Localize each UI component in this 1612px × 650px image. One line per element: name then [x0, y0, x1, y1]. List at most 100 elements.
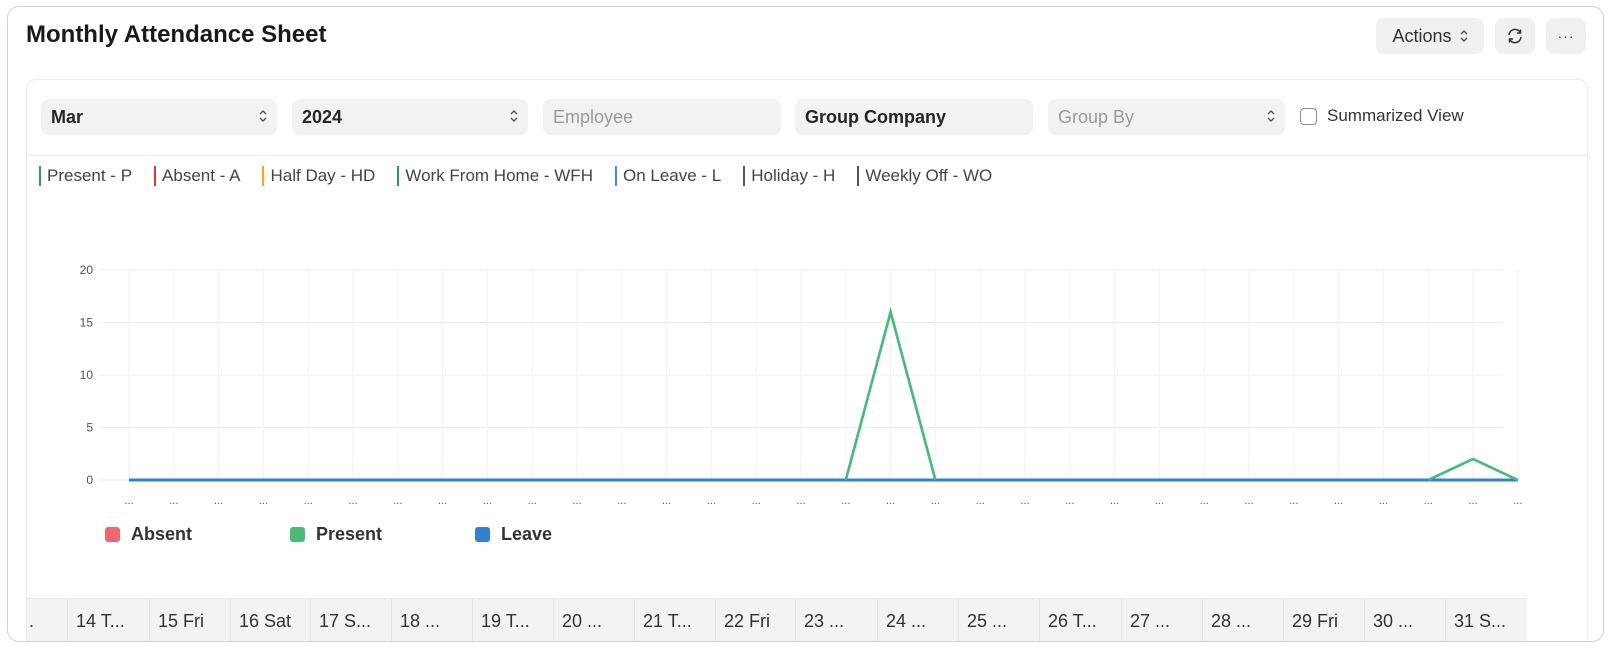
status-color-bar [743, 166, 746, 186]
table-column-header[interactable]: 18 ... [391, 599, 472, 641]
y-tick-label: 20 [80, 263, 94, 277]
table-column-header[interactable]: 16 Sat [230, 599, 310, 641]
select-chevrons-icon [259, 109, 267, 123]
status-key-item: Holiday - H [743, 166, 835, 186]
table-column-header[interactable]: 21 T... [634, 599, 715, 641]
y-tick-label: 0 [86, 473, 93, 487]
x-tick-label: ... [1379, 495, 1388, 507]
x-tick-label: ... [169, 495, 178, 507]
chart-legend-item: Leave [475, 524, 660, 545]
x-tick-label: ... [214, 495, 223, 507]
chart-legend: Absent Present Leave [105, 524, 660, 545]
more-label: ··· [1557, 28, 1575, 44]
table-column-header[interactable]: . [27, 599, 67, 641]
x-tick-label: ... [483, 495, 492, 507]
x-tick-label: ... [796, 495, 805, 507]
table-column-header[interactable]: 30 ... [1364, 599, 1445, 641]
x-tick-label: ... [1289, 495, 1298, 507]
x-tick-label: ... [259, 495, 268, 507]
x-tick-label: ... [976, 495, 985, 507]
status-key-item: Weekly Off - WO [857, 166, 992, 186]
table-column-header[interactable]: 19 T... [472, 599, 553, 641]
refresh-button[interactable] [1495, 18, 1535, 54]
table-column-header[interactable]: 20 ... [553, 599, 634, 641]
table-column-header[interactable]: 15 Fri [149, 599, 230, 641]
legend-swatch [105, 527, 120, 542]
x-tick-label: ... [1020, 495, 1029, 507]
status-key-label: Present - P [47, 166, 133, 185]
table-column-header[interactable]: 28 ... [1202, 599, 1283, 641]
summarized-view-toggle[interactable]: Summarized View [1300, 106, 1464, 126]
status-key-item: Half Day - HD [262, 166, 375, 186]
status-key-label: Absent - A [162, 166, 241, 185]
x-tick-label: ... [304, 495, 313, 507]
y-tick-label: 5 [86, 421, 93, 435]
year-select[interactable]: 2024 [292, 99, 528, 135]
chart-legend-item: Absent [105, 524, 290, 545]
x-tick-label: ... [1468, 495, 1477, 507]
status-key-item: Present - P [39, 166, 132, 186]
group-by-select[interactable]: Group By [1048, 99, 1285, 135]
legend-label: Leave [501, 524, 553, 544]
status-key-item: Absent - A [154, 166, 240, 186]
legend-label: Present [316, 524, 383, 544]
summarized-view-checkbox[interactable] [1300, 107, 1317, 125]
x-tick-label: ... [752, 495, 761, 507]
status-key-label: Half Day - HD [270, 166, 376, 185]
status-key-label: On Leave - L [622, 166, 722, 185]
more-options-button[interactable]: ··· [1546, 18, 1586, 54]
table-column-header[interactable]: 22 Fri [715, 599, 795, 641]
status-key-label: Weekly Off - WO [865, 166, 993, 185]
table-column-header[interactable]: 27 ... [1121, 599, 1202, 641]
page-title: Monthly Attendance Sheet [26, 21, 327, 48]
table-column-header[interactable]: 29 Fri [1283, 599, 1364, 641]
chart-legend-item: Present [290, 524, 475, 545]
legend-label: Absent [131, 524, 193, 544]
x-tick-label: ... [841, 495, 850, 507]
x-tick-label: ... [1155, 495, 1164, 507]
select-chevrons-icon [510, 109, 518, 123]
table-column-header[interactable]: 14 T... [67, 599, 149, 641]
actions-button[interactable]: Actions [1376, 18, 1484, 54]
x-tick-label: ... [1065, 495, 1074, 507]
y-tick-label: 15 [80, 316, 94, 330]
legend-swatch [475, 527, 490, 542]
x-tick-label: ... [931, 495, 940, 507]
x-tick-label: ... [572, 495, 581, 507]
x-tick-label: ... [528, 495, 537, 507]
table-column-header[interactable]: 26 T... [1039, 599, 1121, 641]
status-color-bar [262, 166, 265, 186]
status-key-label: Work From Home - WFH [405, 166, 593, 185]
employee-placeholder: Employee [553, 106, 634, 127]
x-tick-label: ... [124, 495, 133, 507]
x-tick-label: ... [1244, 495, 1253, 507]
x-tick-label: ... [1200, 495, 1209, 507]
month-select[interactable]: Mar [41, 99, 277, 135]
x-tick-label: ... [438, 495, 447, 507]
select-chevrons-icon [1267, 109, 1275, 123]
summarized-view-label: Summarized View [1327, 106, 1464, 125]
table-column-header[interactable]: 17 S... [310, 599, 391, 641]
table-header-row: . 14 T... 15 Fri 16 Sat 17 S... 18 ... 19 T...… [27, 598, 1527, 641]
month-value: Mar [51, 106, 84, 127]
y-tick-label: 10 [80, 368, 94, 382]
x-tick-label: ... [348, 495, 357, 507]
series-line-present [129, 307, 1519, 482]
table-column-header[interactable]: 25 ... [958, 599, 1039, 641]
status-color-bar [614, 166, 617, 186]
table-column-header[interactable]: 24 ... [877, 599, 958, 641]
status-color-bar [857, 166, 860, 186]
employee-input[interactable]: Employee [543, 99, 781, 135]
x-tick-label: ... [662, 495, 671, 507]
actions-label: Actions [1392, 25, 1452, 46]
table-column-header[interactable]: 23 ... [795, 599, 877, 641]
x-tick-label: ... [393, 495, 402, 507]
filter-bar: Mar 2024 Employee Group Company Group By [27, 80, 1587, 156]
x-tick-label: ... [1513, 495, 1522, 507]
report-frame: Monthly Attendance Sheet Actions ··· Mar [7, 6, 1604, 642]
table-column-header[interactable]: 31 S... [1445, 599, 1527, 641]
legend-swatch [290, 527, 305, 542]
company-input[interactable]: Group Company [795, 99, 1033, 135]
x-tick-label: ... [1334, 495, 1343, 507]
x-tick-label: ... [1110, 495, 1119, 507]
